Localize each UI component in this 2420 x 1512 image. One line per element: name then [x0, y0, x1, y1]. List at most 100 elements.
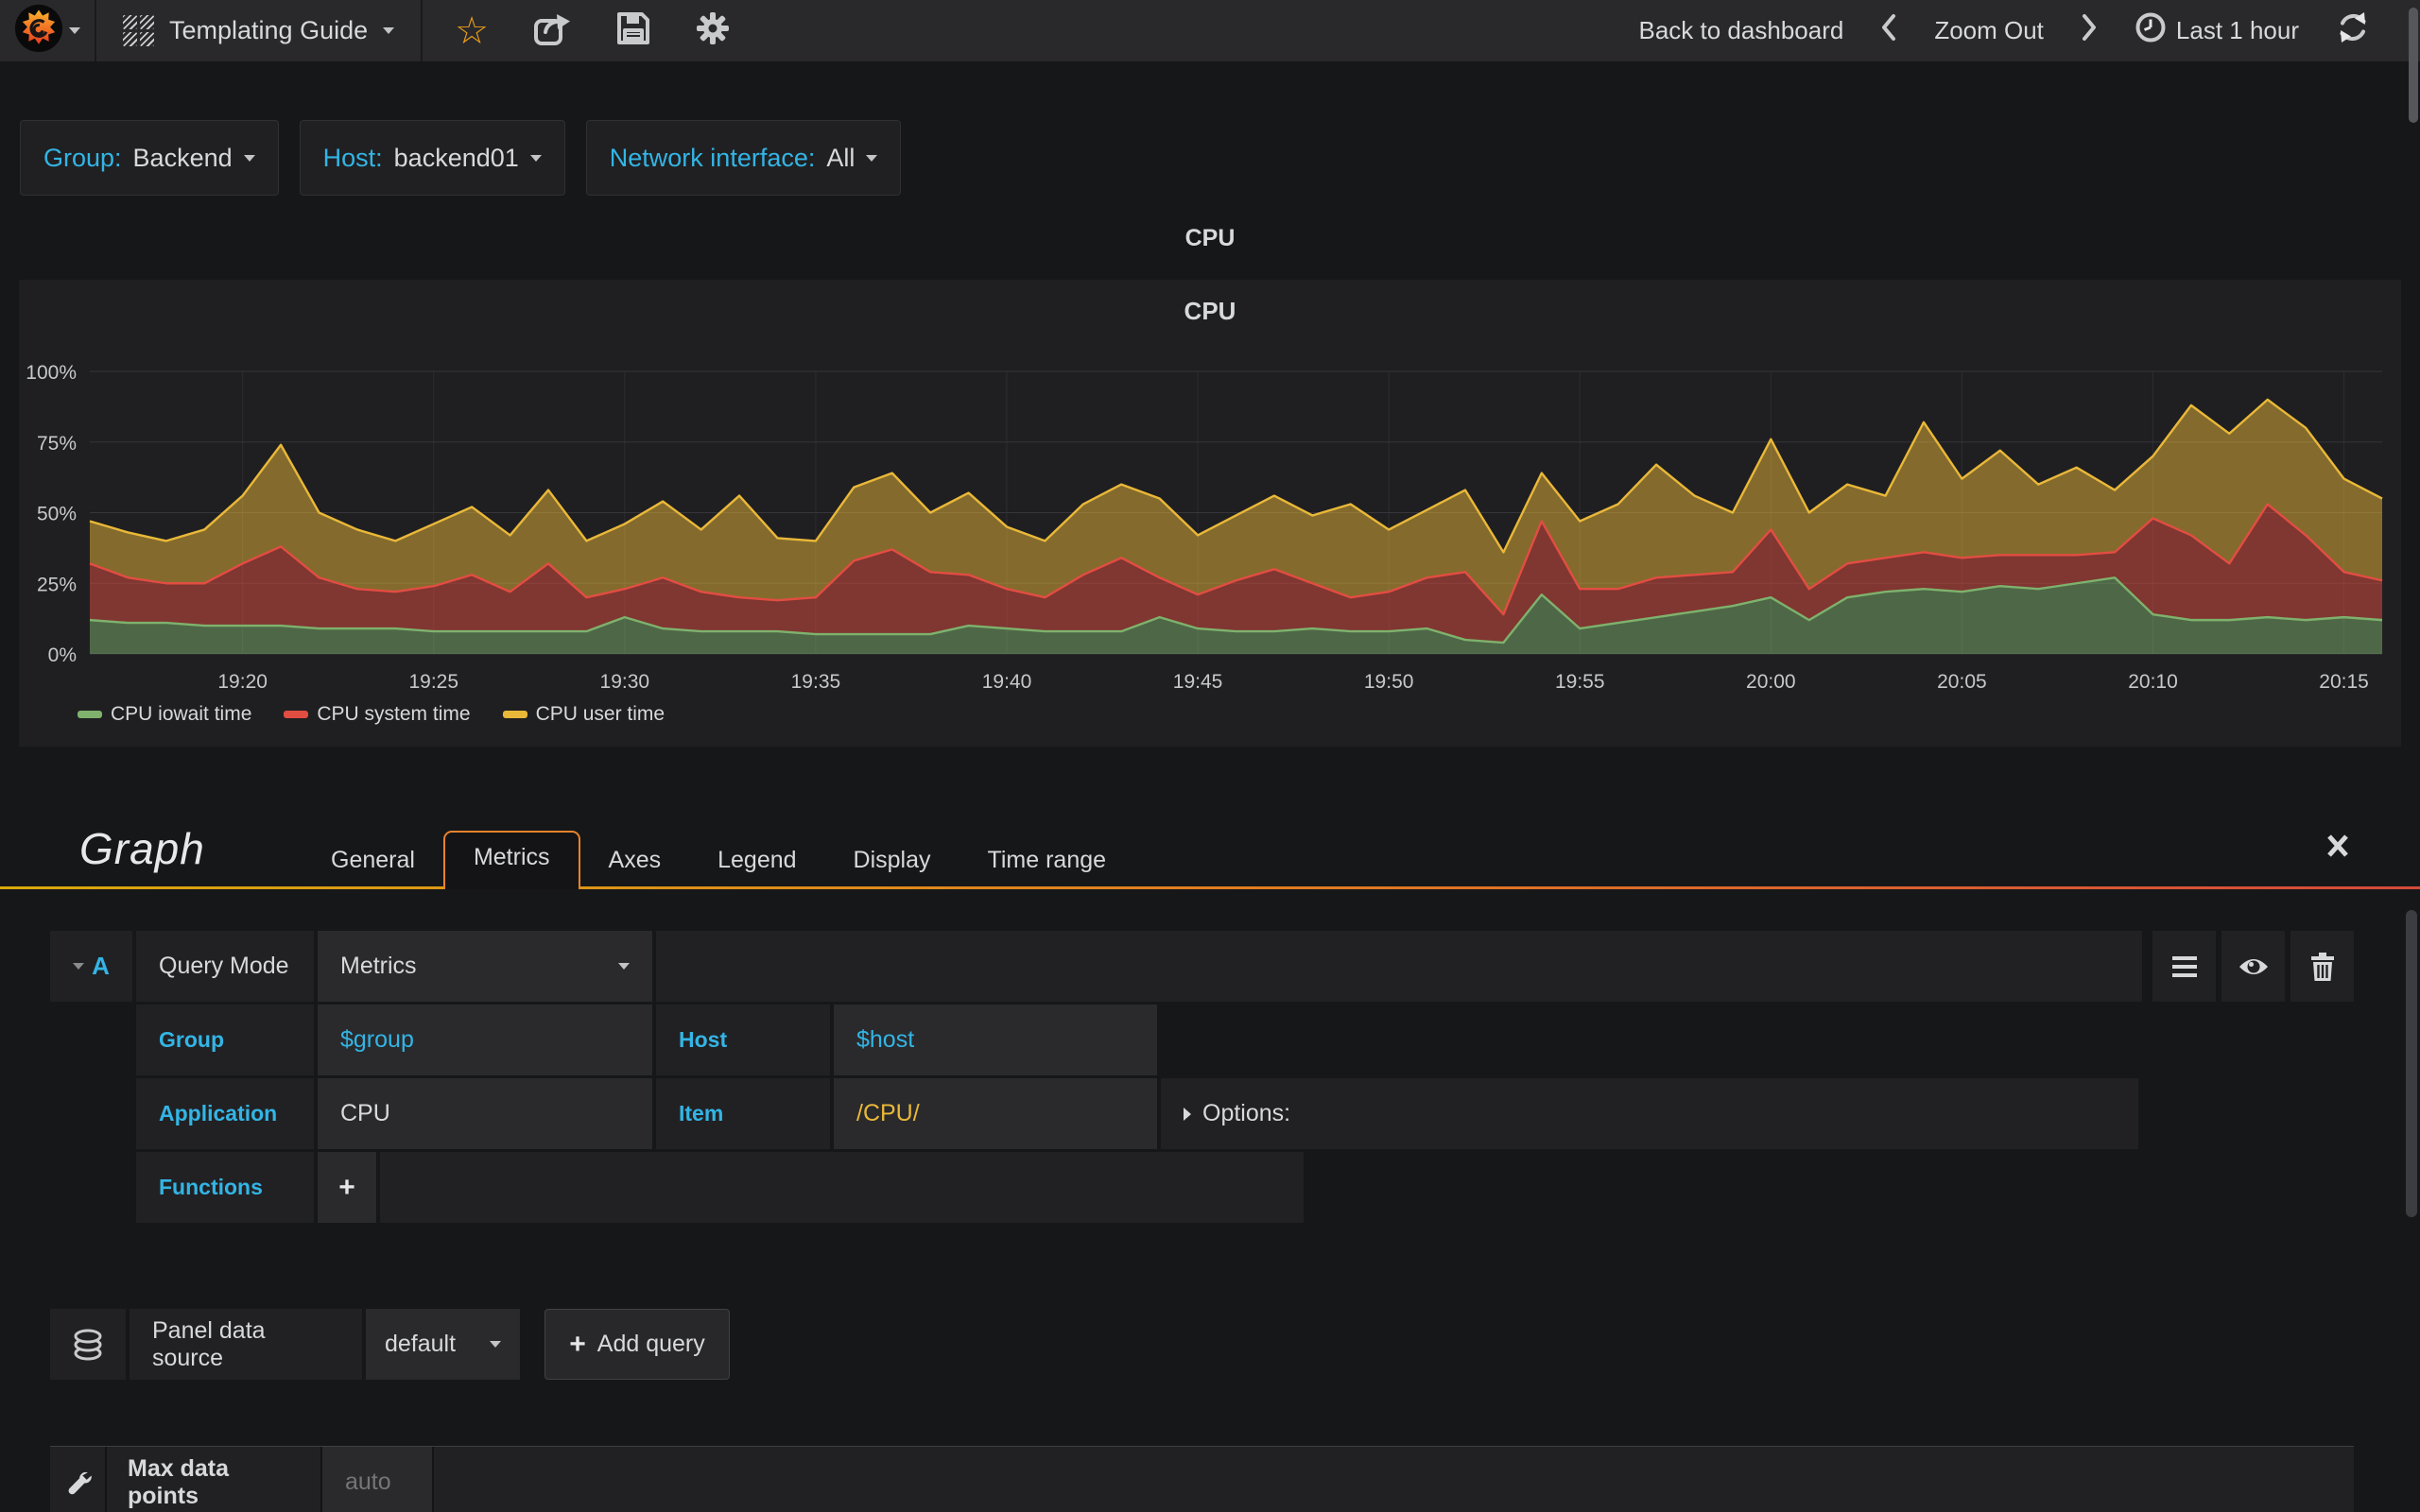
legend-item[interactable]: CPU system time: [284, 703, 471, 726]
item-value: /CPU/: [856, 1100, 920, 1126]
navbar-actions: ☆: [423, 0, 763, 61]
variable-label: Group:: [43, 143, 122, 172]
svg-text:75%: 75%: [37, 433, 77, 455]
variable-host[interactable]: Host: backend01: [299, 120, 565, 196]
legend-swatch: [502, 711, 527, 718]
max-data-points-filler: [434, 1447, 2354, 1512]
panel-editor-header: Graph General Metrics Axes Legend Displa…: [0, 806, 2420, 889]
datasource-row: Panel data source default + Add query: [50, 1309, 730, 1380]
chevron-right-icon: [1184, 1107, 1191, 1121]
chevron-down-icon: [383, 27, 395, 34]
query-menu-button[interactable]: [2152, 931, 2216, 1002]
navbar: Templating Guide ☆ Back to dashboard Zoo…: [0, 0, 2420, 61]
panel-title[interactable]: CPU: [19, 225, 2401, 252]
legend-label: CPU system time: [317, 703, 471, 725]
datasource-select[interactable]: default: [366, 1309, 520, 1380]
tab-axes[interactable]: Axes: [580, 835, 690, 889]
navbar-right: Back to dashboard Zoom Out Last 1 hour: [1639, 0, 2420, 61]
variable-value: Backend: [132, 143, 233, 172]
clock-icon: [2135, 11, 2167, 50]
tab-display[interactable]: Display: [825, 835, 959, 889]
query-delete-button[interactable]: [2290, 931, 2354, 1002]
eye-icon: [2238, 958, 2268, 974]
time-range-picker[interactable]: Last 1 hour: [2135, 11, 2299, 50]
tab-legend[interactable]: Legend: [689, 835, 824, 889]
database-icon: [50, 1309, 126, 1380]
legend-label: CPU user time: [535, 703, 666, 725]
add-query-button[interactable]: + Add query: [544, 1309, 730, 1380]
variable-network-interface[interactable]: Network interface: All: [585, 120, 902, 196]
close-icon[interactable]: [2325, 833, 2350, 863]
svg-text:19:45: 19:45: [1173, 671, 1223, 693]
time-shift-right-button[interactable]: [2080, 12, 2099, 49]
add-query-label: Add query: [596, 1331, 705, 1357]
chart-legend: CPU iowait time CPU system time CPU user t…: [78, 703, 665, 726]
datasource-value: default: [385, 1331, 457, 1357]
legend-item[interactable]: CPU iowait time: [78, 703, 251, 726]
query-toggle-visibility-button[interactable]: [2221, 931, 2285, 1002]
plus-icon: +: [569, 1328, 586, 1360]
functions-label: Functions: [159, 1175, 263, 1199]
trash-icon: [2310, 952, 2334, 981]
page-scrollbar[interactable]: [2409, 8, 2418, 123]
query-ref-toggle[interactable]: A: [50, 931, 132, 1002]
tab-time-range[interactable]: Time range: [959, 835, 1135, 889]
tabbar-gradient-divider: [0, 886, 2420, 889]
dashboard-picker[interactable]: Templating Guide: [96, 0, 424, 61]
group-input[interactable]: $group: [318, 1005, 652, 1075]
svg-text:19:20: 19:20: [217, 671, 268, 693]
zoom-out-button[interactable]: Zoom Out: [1934, 16, 2044, 45]
share-icon[interactable]: [532, 9, 572, 52]
query-editor: A Query Mode Metrics Group $group Host $…: [50, 931, 2354, 1226]
host-value: $host: [856, 1026, 915, 1053]
svg-text:20:05: 20:05: [1937, 671, 1987, 693]
legend-label: CPU iowait time: [111, 703, 252, 725]
svg-text:19:40: 19:40: [982, 671, 1032, 693]
editor-scrollbar[interactable]: [2406, 910, 2417, 1217]
query-row-filler: [656, 931, 2142, 1002]
svg-text:19:35: 19:35: [791, 671, 841, 693]
application-label: Application: [159, 1101, 278, 1125]
editor-tabs: General Metrics Axes Legend Display Time…: [302, 806, 1134, 889]
svg-text:20:10: 20:10: [2128, 671, 2178, 693]
svg-text:0%: 0%: [48, 644, 77, 666]
chevron-down-icon: [529, 154, 542, 162]
tab-metrics[interactable]: Metrics: [442, 831, 580, 889]
template-variables: Group: Backend Host: backend01 Network i…: [20, 120, 902, 196]
chevron-down-icon: [69, 27, 80, 34]
cpu-area-chart[interactable]: 19:20 19:25 19:30 19:35 19:40 19:45 19:50 19:55…: [19, 280, 2401, 747]
back-to-dashboard-button[interactable]: Back to dashboard: [1639, 16, 1844, 45]
datasource-label: Panel data source: [130, 1309, 362, 1380]
query-mode-select[interactable]: Metrics: [318, 931, 652, 1002]
host-label: Host: [679, 1027, 728, 1052]
variable-group[interactable]: Group: Backend: [20, 120, 279, 196]
graph-inner-title: CPU: [1184, 297, 1236, 325]
star-icon[interactable]: ☆: [455, 12, 489, 50]
grafana-logo-icon: [14, 4, 63, 58]
wrench-icon: [50, 1447, 107, 1512]
tab-general[interactable]: General: [302, 835, 443, 889]
max-data-points-input-cell[interactable]: [322, 1447, 434, 1512]
application-input[interactable]: CPU: [318, 1078, 652, 1149]
gear-icon[interactable]: [695, 10, 731, 51]
add-function-button[interactable]: +: [318, 1152, 376, 1223]
legend-item[interactable]: CPU user time: [502, 703, 666, 726]
host-input[interactable]: $host: [834, 1005, 1157, 1075]
variable-value: backend01: [393, 143, 519, 172]
item-input[interactable]: /CPU/: [834, 1078, 1157, 1149]
dashboard-title: Templating Guide: [169, 16, 369, 44]
save-icon[interactable]: [615, 10, 651, 51]
options-toggle[interactable]: Options:: [1161, 1078, 2138, 1149]
svg-text:50%: 50%: [37, 504, 77, 525]
query-mode-value: Metrics: [340, 953, 417, 979]
svg-text:20:15: 20:15: [2319, 671, 2369, 693]
max-data-points-input[interactable]: [343, 1468, 411, 1497]
time-shift-left-button[interactable]: [1879, 12, 1898, 49]
grafana-logo-menu[interactable]: [0, 0, 96, 61]
dashboard-grid-icon: [123, 15, 154, 46]
navbar-left: Templating Guide ☆: [0, 0, 763, 61]
time-range-label: Last 1 hour: [2175, 16, 2299, 44]
refresh-icon[interactable]: [2335, 9, 2371, 52]
variable-label: Host:: [322, 143, 383, 172]
chevron-down-icon: [866, 154, 878, 162]
